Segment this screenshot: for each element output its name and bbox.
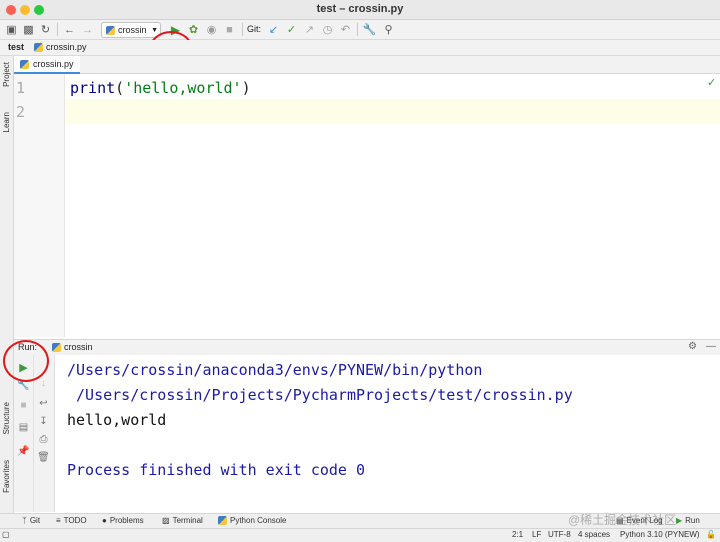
hide-panel-icon[interactable]: — [706, 341, 716, 352]
run-tool-label: Run [685, 516, 700, 525]
console-line: /Users/crossin/Projects/PycharmProjects/… [67, 386, 573, 404]
run-tab-crossin[interactable]: crossin [64, 342, 93, 352]
back-arrow-icon[interactable]: ← [62, 22, 77, 37]
breadcrumb: test crossin.py [0, 40, 720, 56]
git-push-icon[interactable]: ↗ [302, 22, 317, 37]
restore-layout-icon[interactable]: ▤ [14, 419, 33, 435]
tool-tab-todo[interactable]: ≡ TODO [56, 516, 87, 525]
run-console-output[interactable]: /Users/crossin/anaconda3/envs/PYNEW/bin/… [55, 355, 720, 512]
problems-icon: ● [102, 516, 107, 525]
tool-tab-label: Terminal [172, 516, 203, 525]
tool-tab-terminal[interactable]: ▨ Terminal [162, 516, 203, 525]
run-configuration-select[interactable]: crossin ▼ [101, 22, 161, 38]
learn-tool-tab[interactable]: Learn [2, 112, 11, 132]
git-commit-icon[interactable]: ✓ [284, 22, 299, 37]
status-caret-position[interactable]: 2:1 [512, 530, 523, 539]
history-clock-icon[interactable]: ◷ [320, 22, 335, 37]
wrench-settings-icon[interactable]: 🔧 [362, 22, 377, 37]
run-config-label: crossin [118, 25, 147, 35]
window-title: test – crossin.py [316, 3, 404, 15]
tool-tab-label: Python Console [230, 516, 287, 525]
line-number: 2 [16, 103, 26, 121]
tab-crossin-py[interactable]: crossin.py [14, 56, 80, 74]
tab-label: crossin.py [33, 59, 74, 69]
run-play-icon: ▶ [676, 516, 683, 525]
breadcrumb-project[interactable]: test [8, 42, 24, 52]
console-line: /Users/crossin/anaconda3/envs/PYNEW/bin/… [67, 361, 483, 379]
run-tool-tab[interactable]: ▶ Run [676, 516, 700, 525]
code-paren-open: ( [115, 79, 125, 97]
run-panel-header: Run: crossin ⚙ — [14, 339, 720, 356]
current-line-highlight [65, 99, 720, 123]
status-encoding[interactable]: UTF-8 [548, 530, 571, 539]
favorites-tool-tab[interactable]: Favorites [2, 460, 11, 493]
editor-tab-bar: crossin.py [14, 56, 720, 74]
git-update-icon[interactable]: ↙ [266, 22, 281, 37]
status-indent[interactable]: 4 spaces [578, 530, 610, 539]
main-toolbar: ▣ ▩ ↻ ← → crossin ▼ ▶ ✿ ◉ ■ Git: ↙ ✓ ↗ ◷… [0, 20, 720, 68]
forward-arrow-icon[interactable]: → [80, 22, 95, 37]
watermark: @稀土掘金技术社区 [568, 513, 677, 527]
tool-tab-label: Git [29, 516, 41, 525]
console-line: Process finished with exit code 0 [67, 461, 366, 479]
pin-icon[interactable]: 📌 [14, 443, 33, 459]
git-branch-icon: ᛉ [22, 516, 27, 525]
tool-tab-label: Problems [109, 516, 144, 525]
title-bar: test – crossin.py [0, 0, 720, 20]
project-tool-tab[interactable]: Project [2, 62, 11, 87]
code-line-1: print('hello,world') [70, 79, 251, 97]
stop-icon[interactable]: ■ [14, 397, 33, 413]
code-editor[interactable]: print('hello,world') ✓ [65, 74, 720, 337]
code-paren-close: ) [241, 79, 251, 97]
save-icon[interactable]: ▩ [21, 22, 36, 37]
tool-tab-git[interactable]: ᛉ Git [22, 516, 40, 525]
structure-tool-tab[interactable]: Structure [2, 402, 11, 434]
annotation-circle-panel-run [3, 340, 49, 382]
status-line-separator[interactable]: LF [532, 530, 541, 539]
bottom-tool-bar: ᛉ Git ≡ TODO ● Problems ▨ Terminal Python Co… [0, 513, 720, 528]
editor-gutter: 1 2 [14, 74, 65, 337]
python-file-icon [106, 25, 115, 35]
tool-tab-label: TODO [63, 516, 87, 525]
console-line: hello,world [67, 411, 167, 429]
python-file-icon [20, 59, 29, 69]
stop-icon[interactable]: ■ [222, 22, 237, 37]
trash-icon[interactable]: 🗑 [34, 449, 53, 465]
run-coverage-icon[interactable]: ◉ [204, 22, 219, 37]
open-folder-icon[interactable]: ▣ [4, 22, 19, 37]
chevron-down-icon: ▼ [151, 26, 158, 34]
status-interpreter[interactable]: Python 3.10 (PYNEW) [620, 530, 700, 539]
print-icon[interactable]: ⎙ [34, 431, 53, 447]
tool-tab-problems[interactable]: ● Problems [102, 516, 144, 525]
python-icon [218, 516, 227, 525]
breadcrumb-file[interactable]: crossin.py [46, 42, 87, 52]
line-number: 1 [16, 79, 26, 97]
git-label: Git: [247, 24, 262, 34]
python-file-icon [52, 343, 61, 352]
code-function: print [70, 79, 116, 97]
scroll-to-end-icon[interactable]: ↧ [34, 413, 53, 429]
sync-icon[interactable]: ↻ [38, 22, 53, 37]
soft-wrap-icon[interactable]: ↩ [34, 395, 53, 411]
list-icon: ≡ [56, 516, 61, 525]
status-bar: ▢ 2:1 LF UTF-8 4 spaces Python 3.10 (PYN… [0, 528, 720, 542]
terminal-icon: ▨ [162, 516, 170, 525]
layout-toggle-icon[interactable]: ▢ [2, 530, 10, 539]
left-tool-strip: Project Learn Structure Favorites [0, 56, 14, 513]
code-string: 'hello,world' [124, 79, 242, 97]
rollback-icon[interactable]: ↶ [338, 22, 353, 37]
tool-tab-python-console[interactable]: Python Console [218, 516, 286, 525]
inspection-ok-check-icon[interactable]: ✓ [707, 76, 716, 89]
search-icon[interactable]: ⚲ [381, 22, 396, 37]
python-file-icon [34, 43, 43, 52]
gear-icon[interactable]: ⚙ [688, 341, 697, 352]
debug-bug-icon[interactable]: ✿ [186, 22, 201, 37]
lock-icon[interactable]: 🔓 [706, 530, 716, 539]
